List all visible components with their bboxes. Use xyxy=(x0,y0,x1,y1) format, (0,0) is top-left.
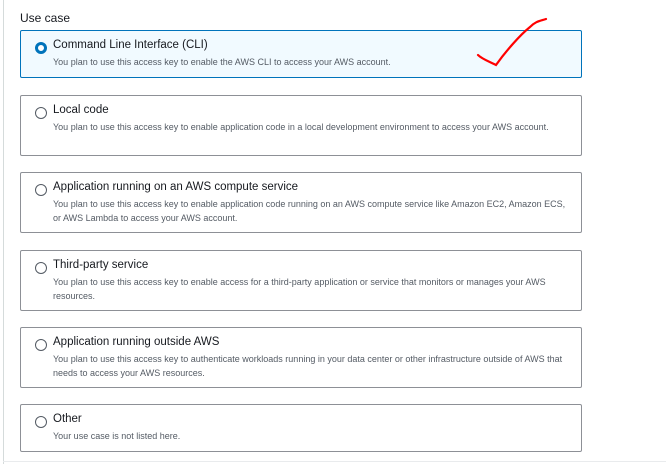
option-title: Other xyxy=(53,413,82,425)
option-title: Local code xyxy=(53,104,109,116)
option-description: You plan to use this access key to authe… xyxy=(53,354,563,378)
use-case-label: Use case xyxy=(20,11,71,25)
option-other[interactable]: Other Your use case is not listed here. xyxy=(20,404,582,452)
panel-border xyxy=(3,0,4,464)
radio-selected-icon[interactable] xyxy=(35,42,47,54)
option-title: Command Line Interface (CLI) xyxy=(53,39,208,51)
option-aws-compute[interactable]: Application running on an AWS compute se… xyxy=(20,172,582,233)
option-outside-aws[interactable]: Application running outside AWS You plan… xyxy=(20,327,582,388)
option-description: You plan to use this access key to enabl… xyxy=(53,277,546,301)
option-description: You plan to use this access key to enabl… xyxy=(53,122,549,132)
radio-icon[interactable] xyxy=(35,262,47,274)
option-local-code[interactable]: Local code You plan to use this access k… xyxy=(20,95,582,156)
divider xyxy=(3,461,666,462)
option-description: You plan to use this access key to enabl… xyxy=(53,199,566,223)
radio-icon[interactable] xyxy=(35,107,47,119)
radio-icon[interactable] xyxy=(35,416,47,428)
option-third-party[interactable]: Third-party service You plan to use this… xyxy=(20,250,582,311)
radio-icon[interactable] xyxy=(35,339,47,351)
option-description: Your use case is not listed here. xyxy=(53,431,181,441)
option-title: Application running outside AWS xyxy=(53,336,220,348)
option-title: Third-party service xyxy=(53,259,149,271)
red-checkmark-annotation-icon xyxy=(476,17,548,67)
radio-icon[interactable] xyxy=(35,184,47,196)
option-title: Application running on an AWS compute se… xyxy=(53,181,299,193)
